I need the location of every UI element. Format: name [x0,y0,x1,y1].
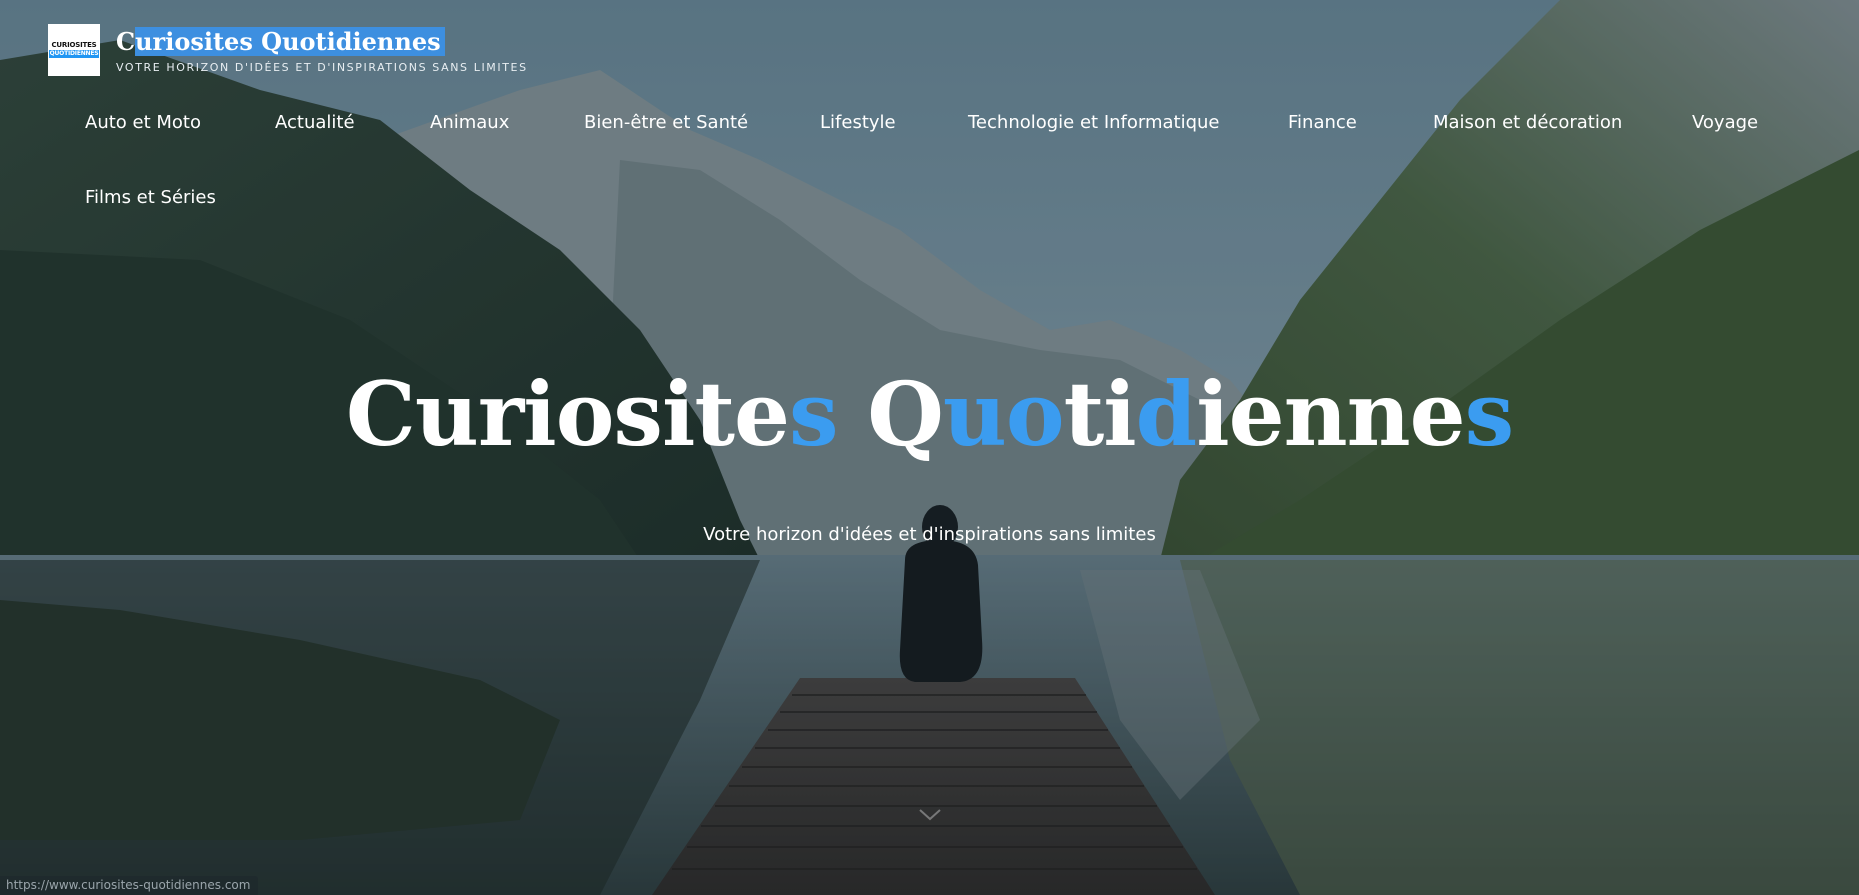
hero-title-letter: u [414,362,479,466]
nav-item-actualite[interactable]: Actualité [275,112,355,133]
hero-title-letter: s [1464,362,1515,466]
hero-title-letter: Q [867,362,944,466]
chevron-down-icon[interactable] [918,808,942,822]
logo-text-line2: QUOTIDIENNES [48,50,100,58]
hero-title-letter: r [477,362,524,466]
nav-item-animaux[interactable]: Animaux [430,112,509,133]
nav-item-films-et-series[interactable]: Films et Séries [85,187,216,208]
hero-title-letter: s [613,362,663,466]
hero-title-letter: n [1346,362,1411,466]
site-logo[interactable]: CURIOSITES QUOTIDIENNES [48,24,100,76]
browser-status-url: https://www.curiosites-quotidiennes.com [0,876,259,895]
hero-title-letter: t [1063,362,1105,466]
hero-title-letter: o [1005,362,1065,466]
nav-item-maison-et-decoration[interactable]: Maison et décoration [1433,112,1622,133]
hero-title-letter [838,362,868,466]
nav-item-technologie-et-informatique[interactable]: Technologie et Informatique [968,112,1220,133]
hero-subtitle: Votre horizon d'idées et d'inspirations … [703,524,1156,545]
site-title-text: Curiosites Quotidiennes [116,27,445,56]
hero-title-letter: e [734,362,790,466]
hero-section: CURIOSITES QUOTIDIENNES Curiosites Quoti… [0,0,1859,895]
nav-item-voyage[interactable]: Voyage [1692,112,1758,133]
site-tagline: VOTRE HORIZON D'IDÉES ET D'INSPIRATIONS … [116,61,528,74]
site-header: CURIOSITES QUOTIDIENNES Curiosites Quoti… [48,24,528,76]
hero-title-letter: u [942,362,1007,466]
logo-text-line1: CURIOSITES [51,41,97,49]
hero-title-letter: i [661,362,695,466]
hero-title-letter: e [1409,362,1466,466]
hero-title-letter: t [694,362,735,466]
nav-item-finance[interactable]: Finance [1288,112,1357,133]
site-title-link[interactable]: Curiosites Quotidiennes [116,27,528,57]
site-title-first-letter: C [116,27,136,56]
site-title-selected-text: uriosites Quotidiennes [135,27,445,56]
nav-item-lifestyle[interactable]: Lifestyle [820,112,896,133]
nav-item-auto-et-moto[interactable]: Auto et Moto [85,112,201,133]
hero-title: Curiosites Quotidiennes [0,370,1859,458]
hero-title-letter: d [1135,362,1198,466]
hero-title-letter: o [555,362,615,466]
hero-title-letter: i [1103,362,1136,466]
hero-title-letter: s [789,362,839,466]
nav-item-bien-etre-et-sante[interactable]: Bien-être et Santé [584,112,748,133]
hero-title-letter: i [523,362,556,466]
hero-title-letter: i [1196,362,1229,466]
hero-title-letter: n [1283,362,1348,466]
hero-title-letter: C [345,362,416,466]
brand-block: Curiosites Quotidiennes VOTRE HORIZON D'… [116,27,528,74]
hero-title-letter: e [1228,362,1285,466]
